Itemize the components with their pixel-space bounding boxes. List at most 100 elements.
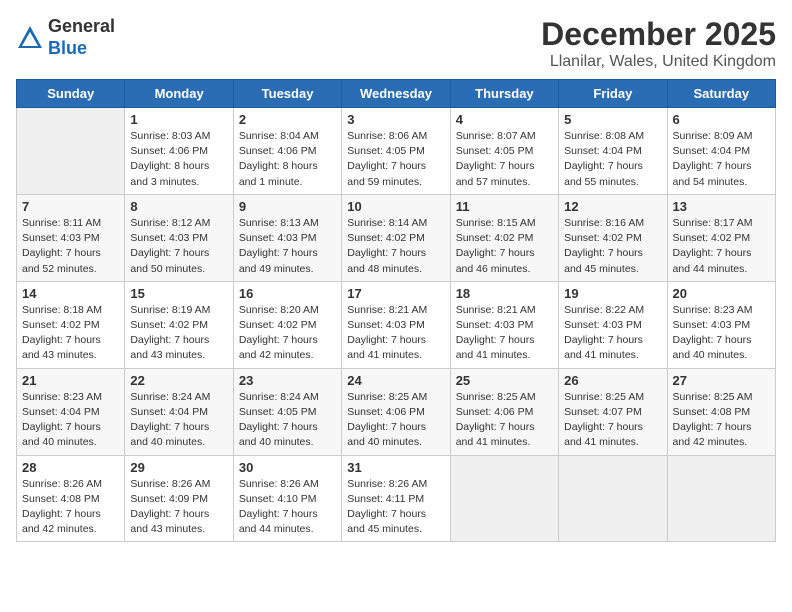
calendar-cell: 28Sunrise: 8:26 AMSunset: 4:08 PMDayligh… [17,455,125,542]
day-info: Sunrise: 8:17 AMSunset: 4:02 PMDaylight:… [673,216,770,277]
day-number: 7 [22,199,119,214]
day-number: 10 [347,199,444,214]
logo: General Blue [16,16,115,59]
day-number: 3 [347,112,444,127]
day-number: 16 [239,286,336,301]
page-header: General Blue December 2025 Llanilar, Wal… [16,16,776,71]
calendar-cell: 14 Sunrise: 8:18 AMSunset: 4:02 PMDayligh… [17,281,125,368]
day-header-friday: Friday [559,80,667,108]
day-header-tuesday: Tuesday [233,80,341,108]
calendar-cell: 13 Sunrise: 8:17 AMSunset: 4:02 PMDayligh… [667,194,775,281]
day-number: 8 [130,199,227,214]
calendar-cell: 22 Sunrise: 8:24 AMSunset: 4:04 PMDayligh… [125,368,233,455]
calendar-cell: 26 Sunrise: 8:25 AMSunset: 4:07 PMDayligh… [559,368,667,455]
day-info: Sunrise: 8:23 AMSunset: 4:03 PMDaylight:… [673,303,770,364]
day-header-sunday: Sunday [17,80,125,108]
calendar-cell: 27 Sunrise: 8:25 AMSunset: 4:08 PMDayligh… [667,368,775,455]
calendar-cell: 3Sunrise: 8:06 AMSunset: 4:05 PMDaylight… [342,108,450,195]
day-number: 24 [347,373,444,388]
day-number: 4 [456,112,553,127]
day-info: Sunrise: 8:19 AMSunset: 4:02 PMDaylight:… [130,303,227,364]
day-number: 31 [347,460,444,475]
calendar-cell: 29Sunrise: 8:26 AMSunset: 4:09 PMDayligh… [125,455,233,542]
day-info: Sunrise: 8:26 AMSunset: 4:08 PMDaylight:… [22,477,119,538]
month-title: December 2025 [541,16,776,53]
calendar-cell: 5Sunrise: 8:08 AMSunset: 4:04 PMDaylight… [559,108,667,195]
day-number: 15 [130,286,227,301]
day-number: 26 [564,373,661,388]
day-number: 6 [673,112,770,127]
calendar-cell: 6 Sunrise: 8:09 AMSunset: 4:04 PMDaylight… [667,108,775,195]
day-info: Sunrise: 8:26 AMSunset: 4:11 PMDaylight:… [347,477,444,538]
calendar-cell: 2Sunrise: 8:04 AMSunset: 4:06 PMDaylight… [233,108,341,195]
day-info: Sunrise: 8:26 AMSunset: 4:09 PMDaylight:… [130,477,227,538]
day-info: Sunrise: 8:25 AMSunset: 4:07 PMDaylight:… [564,390,661,451]
calendar-cell: 21 Sunrise: 8:23 AMSunset: 4:04 PMDayligh… [17,368,125,455]
day-number: 5 [564,112,661,127]
logo-icon [16,24,44,52]
day-info: Sunrise: 8:26 AMSunset: 4:10 PMDaylight:… [239,477,336,538]
calendar-cell [17,108,125,195]
calendar-cell: 20Sunrise: 8:23 AMSunset: 4:03 PMDayligh… [667,281,775,368]
calendar-cell: 23 Sunrise: 8:24 AMSunset: 4:05 PMDayligh… [233,368,341,455]
calendar-cell [559,455,667,542]
calendar-cell: 9 Sunrise: 8:13 AMSunset: 4:03 PMDaylight… [233,194,341,281]
day-info: Sunrise: 8:21 AMSunset: 4:03 PMDaylight:… [456,303,553,364]
day-number: 12 [564,199,661,214]
calendar-cell: 1Sunrise: 8:03 AMSunset: 4:06 PMDaylight… [125,108,233,195]
calendar-cell [667,455,775,542]
day-info: Sunrise: 8:03 AMSunset: 4:06 PMDaylight:… [130,129,227,190]
day-info: Sunrise: 8:14 AMSunset: 4:02 PMDaylight:… [347,216,444,277]
calendar-cell: 16 Sunrise: 8:20 AMSunset: 4:02 PMDayligh… [233,281,341,368]
day-info: Sunrise: 8:16 AMSunset: 4:02 PMDaylight:… [564,216,661,277]
day-info: Sunrise: 8:24 AMSunset: 4:05 PMDaylight:… [239,390,336,451]
calendar-cell: 4 Sunrise: 8:07 AMSunset: 4:05 PMDaylight… [450,108,558,195]
calendar-week-row: 7 Sunrise: 8:11 AMSunset: 4:03 PMDaylight… [17,194,776,281]
calendar-cell: 10 Sunrise: 8:14 AMSunset: 4:02 PMDayligh… [342,194,450,281]
calendar-cell: 30 Sunrise: 8:26 AMSunset: 4:10 PMDayligh… [233,455,341,542]
day-number: 21 [22,373,119,388]
day-number: 9 [239,199,336,214]
day-info: Sunrise: 8:20 AMSunset: 4:02 PMDaylight:… [239,303,336,364]
day-info: Sunrise: 8:18 AMSunset: 4:02 PMDaylight:… [22,303,119,364]
day-info: Sunrise: 8:21 AMSunset: 4:03 PMDaylight:… [347,303,444,364]
day-info: Sunrise: 8:22 AMSunset: 4:03 PMDaylight:… [564,303,661,364]
calendar-cell: 24Sunrise: 8:25 AMSunset: 4:06 PMDayligh… [342,368,450,455]
calendar-cell: 12 Sunrise: 8:16 AMSunset: 4:02 PMDayligh… [559,194,667,281]
calendar-header-row: SundayMondayTuesdayWednesdayThursdayFrid… [17,80,776,108]
location-title: Llanilar, Wales, United Kingdom [541,53,776,71]
day-info: Sunrise: 8:15 AMSunset: 4:02 PMDaylight:… [456,216,553,277]
calendar-cell: 11Sunrise: 8:15 AMSunset: 4:02 PMDayligh… [450,194,558,281]
day-number: 25 [456,373,553,388]
day-number: 2 [239,112,336,127]
calendar-week-row: 28Sunrise: 8:26 AMSunset: 4:08 PMDayligh… [17,455,776,542]
day-number: 22 [130,373,227,388]
day-header-wednesday: Wednesday [342,80,450,108]
day-header-monday: Monday [125,80,233,108]
day-number: 17 [347,286,444,301]
day-number: 23 [239,373,336,388]
calendar-cell: 25 Sunrise: 8:25 AMSunset: 4:06 PMDayligh… [450,368,558,455]
day-number: 13 [673,199,770,214]
day-info: Sunrise: 8:11 AMSunset: 4:03 PMDaylight:… [22,216,119,277]
logo-general-text: General [48,16,115,38]
day-info: Sunrise: 8:13 AMSunset: 4:03 PMDaylight:… [239,216,336,277]
day-info: Sunrise: 8:24 AMSunset: 4:04 PMDaylight:… [130,390,227,451]
day-info: Sunrise: 8:09 AMSunset: 4:04 PMDaylight:… [673,129,770,190]
calendar-table: SundayMondayTuesdayWednesdayThursdayFrid… [16,79,776,542]
day-info: Sunrise: 8:25 AMSunset: 4:06 PMDaylight:… [456,390,553,451]
day-info: Sunrise: 8:12 AMSunset: 4:03 PMDaylight:… [130,216,227,277]
calendar-cell [450,455,558,542]
calendar-cell: 18Sunrise: 8:21 AMSunset: 4:03 PMDayligh… [450,281,558,368]
calendar-cell: 8 Sunrise: 8:12 AMSunset: 4:03 PMDaylight… [125,194,233,281]
day-number: 27 [673,373,770,388]
calendar-week-row: 14 Sunrise: 8:18 AMSunset: 4:02 PMDayligh… [17,281,776,368]
calendar-cell: 31 Sunrise: 8:26 AMSunset: 4:11 PMDayligh… [342,455,450,542]
day-info: Sunrise: 8:23 AMSunset: 4:04 PMDaylight:… [22,390,119,451]
day-number: 14 [22,286,119,301]
calendar-cell: 17 Sunrise: 8:21 AMSunset: 4:03 PMDayligh… [342,281,450,368]
day-info: Sunrise: 8:07 AMSunset: 4:05 PMDaylight:… [456,129,553,190]
day-info: Sunrise: 8:25 AMSunset: 4:08 PMDaylight:… [673,390,770,451]
day-number: 30 [239,460,336,475]
title-block: December 2025 Llanilar, Wales, United Ki… [541,16,776,71]
